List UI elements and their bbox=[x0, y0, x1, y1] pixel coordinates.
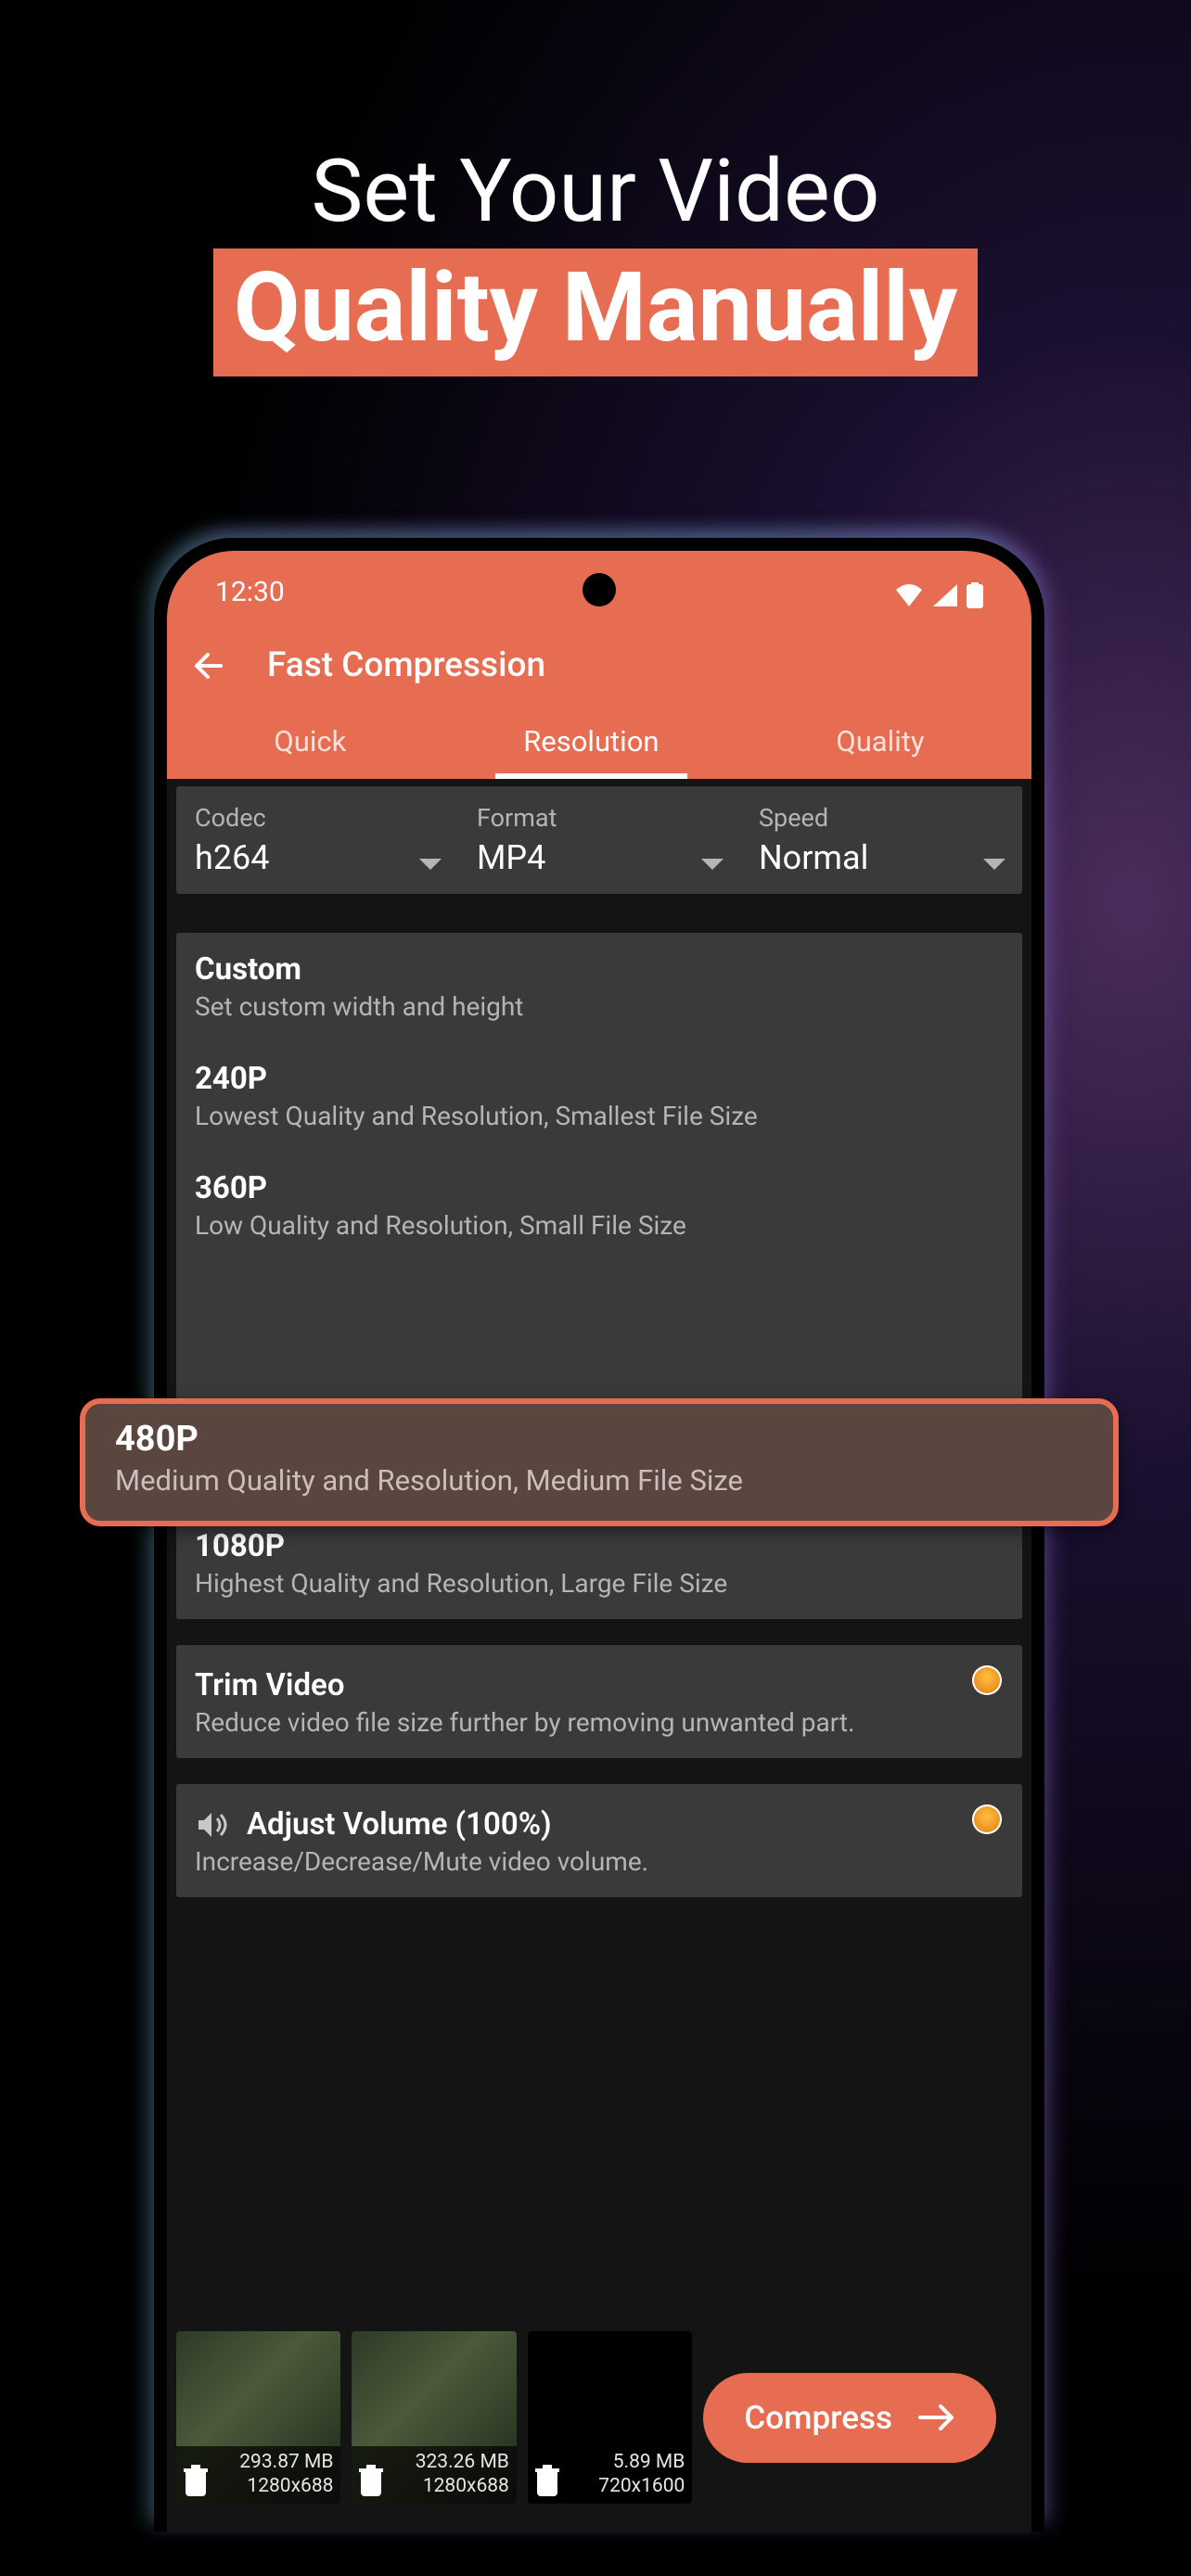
signal-icon bbox=[933, 584, 957, 606]
speed-dropdown[interactable]: Speed Normal bbox=[740, 786, 1022, 894]
chevron-down-icon bbox=[701, 859, 724, 870]
resolution-title: Custom bbox=[195, 951, 1004, 988]
resolution-title: 240P bbox=[195, 1061, 1004, 1097]
promo-line1: Set Your Video bbox=[0, 144, 1191, 239]
status-icons bbox=[894, 582, 983, 608]
speed-value: Normal bbox=[759, 838, 1004, 877]
status-time: 12:30 bbox=[215, 576, 285, 608]
delete-icon[interactable] bbox=[533, 2465, 561, 2496]
battery-icon bbox=[967, 582, 983, 608]
trim-title: Trim Video bbox=[195, 1667, 1004, 1703]
compress-label: Compress bbox=[744, 2399, 892, 2437]
arrow-left-icon bbox=[193, 647, 230, 684]
format-label: Format bbox=[477, 803, 722, 833]
premium-crown-icon bbox=[972, 1804, 1002, 1834]
video-thumbnail[interactable]: 293.87 MB 1280x688 bbox=[176, 2331, 340, 2504]
tab-quality[interactable]: Quality bbox=[808, 715, 952, 779]
file-dim: 1280x688 bbox=[213, 2474, 333, 2498]
page-title: Fast Compression bbox=[267, 645, 545, 685]
phone-frame: 12:30 Fast Compression Quick Resolution … bbox=[154, 538, 1044, 2531]
resolution-item-custom[interactable]: Custom Set custom width and height bbox=[176, 933, 1022, 1042]
resolution-desc: Medium Quality and Resolution, Medium Fi… bbox=[115, 1463, 1091, 1498]
resolution-item-240p[interactable]: 240P Lowest Quality and Resolution, Smal… bbox=[176, 1042, 1022, 1152]
volume-panel[interactable]: Adjust Volume (100%) Increase/Decrease/M… bbox=[176, 1784, 1022, 1897]
delete-icon[interactable] bbox=[357, 2465, 385, 2496]
tabs: Quick Resolution Quality bbox=[186, 715, 1013, 779]
format-value: MP4 bbox=[477, 838, 722, 877]
premium-crown-icon bbox=[972, 1665, 1002, 1695]
chevron-down-icon bbox=[983, 859, 1005, 870]
promo-headline: Set Your Video Quality Manually bbox=[0, 144, 1191, 376]
dropdown-row: Codec h264 Format MP4 Speed Normal bbox=[176, 786, 1022, 894]
trim-panel[interactable]: Trim Video Reduce video file size furthe… bbox=[176, 1645, 1022, 1758]
video-thumbnail[interactable]: 5.89 MB 720x1600 bbox=[528, 2331, 692, 2504]
speed-label: Speed bbox=[759, 803, 1004, 833]
app-header: Fast Compression Quick Resolution Qualit… bbox=[167, 614, 1031, 779]
codec-label: Codec bbox=[195, 803, 440, 833]
resolution-title: 1080P bbox=[195, 1528, 1004, 1564]
file-size: 323.26 MB bbox=[389, 2450, 508, 2474]
tab-resolution[interactable]: Resolution bbox=[495, 715, 686, 779]
chevron-down-icon bbox=[419, 859, 442, 870]
resolution-desc: Set custom width and height bbox=[195, 991, 1004, 1022]
phone-screen: 12:30 Fast Compression Quick Resolution … bbox=[167, 551, 1031, 2531]
volume-desc: Increase/Decrease/Mute video volume. bbox=[195, 1846, 1004, 1877]
resolution-desc: Low Quality and Resolution, Small File S… bbox=[195, 1210, 1004, 1241]
volume-title: Adjust Volume (100%) bbox=[247, 1806, 552, 1843]
file-dim: 1280x688 bbox=[389, 2474, 508, 2498]
arrow-right-icon bbox=[918, 2404, 955, 2431]
resolution-item-480p[interactable]: 480P Medium Quality and Resolution, Medi… bbox=[80, 1398, 1119, 1526]
resolution-item-360p[interactable]: 360P Low Quality and Resolution, Small F… bbox=[176, 1152, 1022, 1261]
file-dim: 720x1600 bbox=[565, 2474, 685, 2498]
resolution-desc: Lowest Quality and Resolution, Smallest … bbox=[195, 1101, 1004, 1131]
format-dropdown[interactable]: Format MP4 bbox=[458, 786, 740, 894]
file-size: 293.87 MB bbox=[213, 2450, 333, 2474]
camera-notch bbox=[583, 573, 616, 606]
trim-desc: Reduce video file size further by removi… bbox=[195, 1707, 1004, 1738]
compress-button[interactable]: Compress bbox=[703, 2373, 996, 2463]
delete-icon[interactable] bbox=[182, 2465, 210, 2496]
resolution-desc: Highest Quality and Resolution, Large Fi… bbox=[195, 1568, 1004, 1599]
video-thumbnail[interactable]: 323.26 MB 1280x688 bbox=[352, 2331, 516, 2504]
resolution-item-480p-placeholder bbox=[176, 1261, 1022, 1400]
speaker-icon bbox=[195, 1807, 230, 1843]
file-size: 5.89 MB bbox=[565, 2450, 685, 2474]
bottom-strip: 293.87 MB 1280x688 323.26 MB 1280x688 5.… bbox=[167, 2331, 1031, 2504]
resolution-title: 360P bbox=[195, 1170, 1004, 1206]
promo-line2: Quality Manually bbox=[213, 249, 978, 376]
back-button[interactable] bbox=[193, 647, 230, 684]
codec-dropdown[interactable]: Codec h264 bbox=[176, 786, 458, 894]
wifi-icon bbox=[894, 584, 924, 606]
codec-value: h264 bbox=[195, 838, 440, 877]
resolution-title: 480P bbox=[115, 1419, 1091, 1460]
tab-quick[interactable]: Quick bbox=[246, 715, 374, 779]
